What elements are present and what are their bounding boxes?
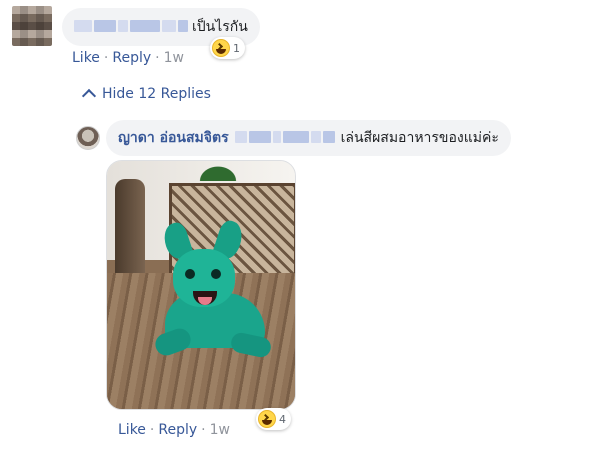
separator: · xyxy=(155,50,160,66)
photo-plant xyxy=(193,161,243,181)
hide-replies-toggle[interactable]: Hide 12 Replies xyxy=(81,86,211,104)
reply-author-name[interactable]: ญาดา อ่อนสมจิตร xyxy=(118,127,229,149)
replier-avatar[interactable] xyxy=(76,126,100,150)
dog-eye-left xyxy=(185,269,195,279)
comment-reaction-badge[interactable]: 1 xyxy=(210,37,245,59)
hide-replies-label: Hide 12 Replies xyxy=(102,86,211,102)
reaction-count: 1 xyxy=(233,41,240,55)
comment-actions: Like · Reply · 1w xyxy=(72,50,184,66)
timestamp-link[interactable]: 1w xyxy=(164,50,184,66)
blurred-commenter-name[interactable] xyxy=(74,20,188,34)
like-link[interactable]: Like xyxy=(72,50,100,66)
haha-icon xyxy=(258,410,276,428)
timestamp-link[interactable]: 1w xyxy=(210,422,230,438)
like-link[interactable]: Like xyxy=(118,422,146,438)
haha-icon xyxy=(212,39,230,57)
reply-text: เล่นสีผสมอาหารของแม่ค่ะ xyxy=(340,130,499,146)
green-dog xyxy=(152,218,275,363)
reply-link[interactable]: Reply xyxy=(158,422,197,438)
chevron-up-icon xyxy=(81,88,97,104)
reply-link[interactable]: Reply xyxy=(112,50,151,66)
comment-text: เป็นไรกัน xyxy=(192,19,248,35)
reply-photo[interactable] xyxy=(106,160,296,410)
separator: · xyxy=(149,422,155,438)
separator: · xyxy=(201,422,206,438)
reaction-count: 4 xyxy=(279,412,286,426)
commenter-avatar[interactable] xyxy=(12,6,52,46)
reply-reaction-badge[interactable]: 4 xyxy=(256,408,291,430)
separator: · xyxy=(103,50,109,66)
reply-bubble: ญาดา อ่อนสมจิตร เล่นสีผสมอาหารของแม่ค่ะ xyxy=(106,120,511,156)
dog-eye-right xyxy=(211,269,221,279)
blurred-tagged-name[interactable] xyxy=(234,131,335,145)
reply-actions: Like · Reply · 1w xyxy=(118,422,230,438)
dog-leg-right xyxy=(229,331,273,359)
